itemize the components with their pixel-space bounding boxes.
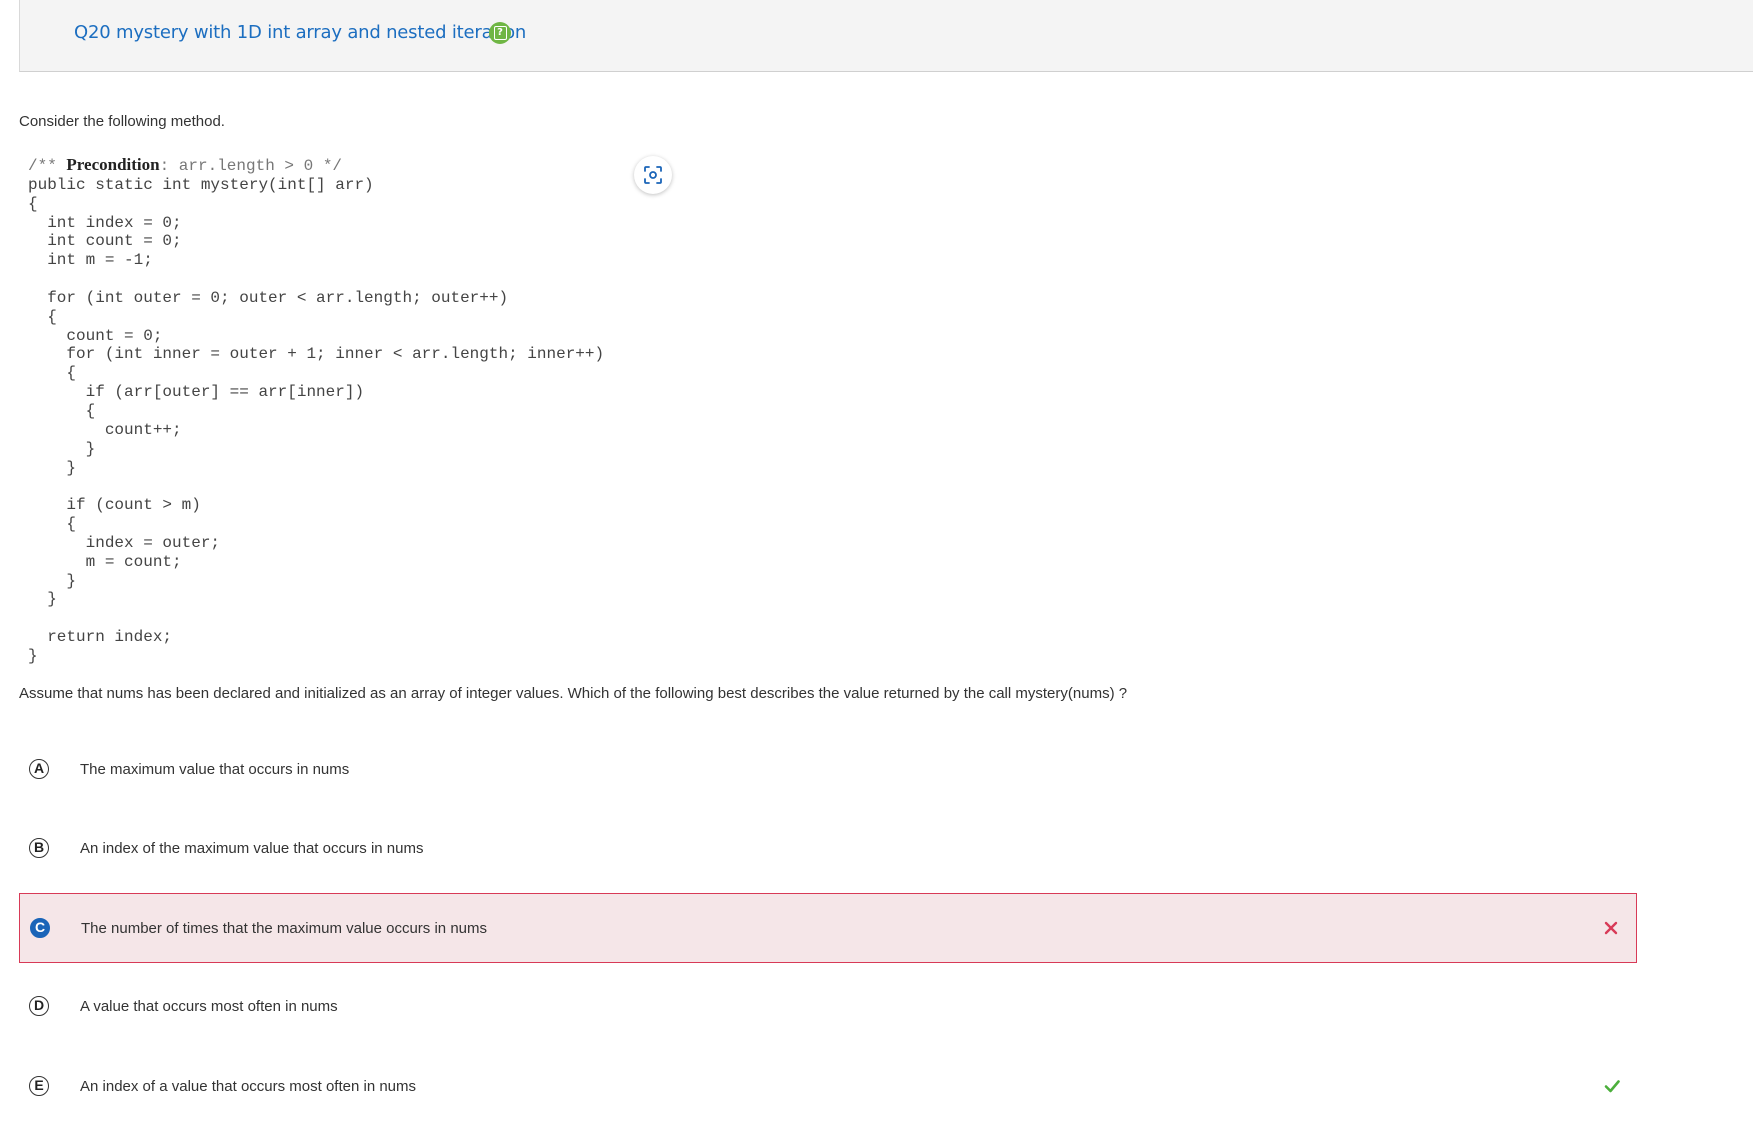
precondition-label: Precondition (66, 155, 160, 174)
comment-open: /** (28, 157, 67, 175)
question-intro: Consider the following method. (19, 113, 225, 130)
choice-d[interactable]: D A value that occurs most often in nums (19, 972, 1637, 1042)
code-body: public static int mystery(int[] arr) { i… (28, 175, 605, 665)
choice-text: The number of times that the maximum val… (81, 920, 487, 937)
question-stem: Assume that nums has been declared and i… (19, 685, 1128, 702)
choice-letter: D (29, 996, 49, 1016)
choice-letter: C (30, 918, 50, 938)
choice-text: An index of a value that occurs most oft… (80, 1078, 417, 1095)
incorrect-x-icon (1604, 921, 1618, 935)
choice-letter: A (29, 759, 49, 779)
choice-text: The maximum value that occurs in nums (80, 761, 350, 778)
choice-letter: B (29, 838, 49, 858)
choice-text: A value that occurs most often in nums (80, 998, 338, 1015)
code-block: /** Precondition: arr.length > 0 */ publ… (28, 155, 605, 666)
choice-letter: E (29, 1076, 49, 1096)
choice-text: An index of the maximum value that occur… (80, 840, 424, 857)
correct-check-icon (1604, 1080, 1620, 1093)
zoom-button[interactable] (634, 156, 672, 194)
question-header: Q20 mystery with 1D int array and nested… (19, 0, 1753, 72)
zoom-focus-icon (644, 166, 662, 184)
choice-a[interactable]: A The maximum value that occurs in nums (19, 735, 1637, 805)
choice-b[interactable]: B An index of the maximum value that occ… (19, 814, 1637, 884)
help-icon[interactable]: ? (489, 22, 511, 44)
help-icon-glyph: ? (493, 26, 507, 40)
question-title: Q20 mystery with 1D int array and nested… (74, 22, 527, 43)
precondition-text: : arr.length > 0 */ (159, 157, 343, 175)
choice-c[interactable]: C The number of times that the maximum v… (19, 893, 1637, 963)
choice-e[interactable]: E An index of a value that occurs most o… (19, 1052, 1637, 1122)
